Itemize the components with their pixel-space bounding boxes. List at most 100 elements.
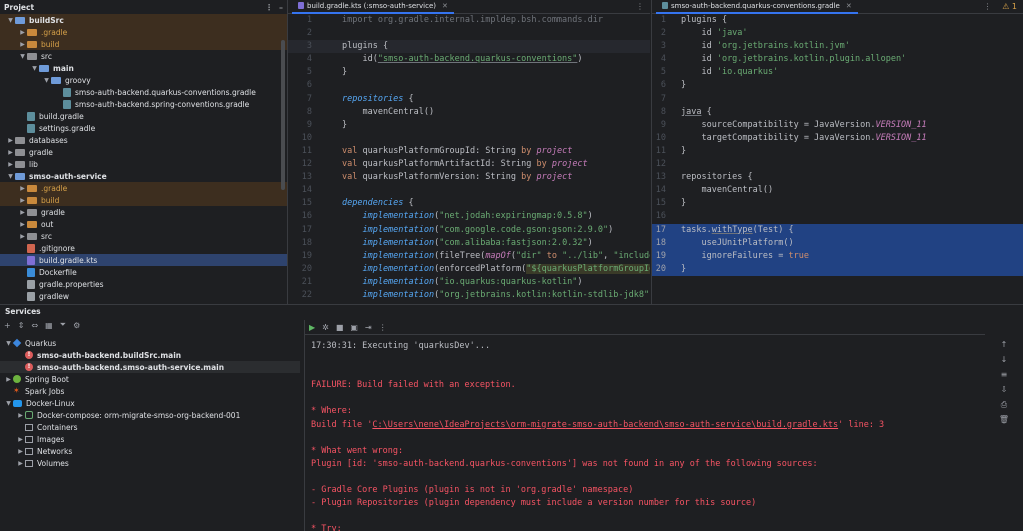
code-line[interactable]: 22 implementation("org.jetbrains.kotlin:… bbox=[288, 289, 650, 302]
code-line[interactable]: 11} bbox=[652, 145, 1023, 158]
tree-item[interactable]: gradle.properties bbox=[0, 278, 287, 290]
code-line[interactable]: 3 plugins { bbox=[288, 40, 650, 54]
code-line[interactable]: 17 implementation("com.google.code.gson:… bbox=[288, 224, 650, 237]
service-item[interactable]: ▶ Spring Boot bbox=[0, 373, 300, 385]
chevron-down-icon[interactable]: ▼ bbox=[6, 173, 15, 180]
tree-item[interactable]: ▶ gradle bbox=[0, 206, 287, 218]
code-line[interactable]: 12 bbox=[652, 158, 1023, 171]
tree-item[interactable]: .gitignore bbox=[0, 242, 287, 254]
code-line[interactable]: 18 implementation("com.alibaba:fastjson:… bbox=[288, 237, 650, 250]
code-area[interactable]: 1 import org.gradle.internal.impldep.bsh.… bbox=[288, 14, 650, 302]
scroll-down-icon[interactable]: ↓ bbox=[1001, 352, 1008, 367]
tree-item[interactable]: ▶ build bbox=[0, 194, 287, 206]
more-tabs-icon[interactable]: ⋮ bbox=[984, 2, 992, 11]
code-line[interactable]: 2 id 'java' bbox=[652, 27, 1023, 40]
code-line[interactable]: 1 import org.gradle.internal.impldep.bsh.… bbox=[288, 14, 650, 27]
code-line[interactable]: 4 id 'org.jetbrains.kotlin.plugin.allope… bbox=[652, 53, 1023, 66]
code-line[interactable]: 19 implementation(fileTree(mapOf("dir" t… bbox=[288, 250, 650, 263]
code-line[interactable]: 15 dependencies { bbox=[288, 197, 650, 210]
tree-item[interactable]: ▼ src bbox=[0, 50, 287, 62]
close-icon[interactable]: ✕ bbox=[846, 2, 852, 10]
exit-icon[interactable]: ⇥ bbox=[365, 323, 372, 332]
code-line[interactable]: 8 java { bbox=[652, 106, 1023, 119]
code-line[interactable]: 13 repositories { bbox=[652, 171, 1023, 184]
service-item[interactable]: ▼ Quarkus bbox=[0, 337, 300, 349]
tree-item[interactable]: ▼ buildSrc bbox=[0, 14, 287, 26]
chevron-right-icon[interactable]: ▶ bbox=[18, 197, 27, 204]
scroll-to-end-icon[interactable]: ⇩ bbox=[1001, 382, 1008, 397]
code-line[interactable]: 14 bbox=[288, 184, 650, 197]
code-line[interactable]: 20} bbox=[652, 262, 1023, 276]
scroll-up-icon[interactable]: ↑ bbox=[1001, 337, 1008, 352]
code-line[interactable]: 4 id("smso-auth-backend.quarkus-conventi… bbox=[288, 53, 650, 66]
tree-item[interactable]: ▶ src bbox=[0, 230, 287, 242]
code-line[interactable]: 17 tasks.withType(Test) { bbox=[652, 223, 1023, 237]
chevron-right-icon[interactable]: ▶ bbox=[18, 209, 27, 216]
code-line[interactable]: 6 bbox=[288, 79, 650, 92]
chevron-right-icon[interactable]: ▶ bbox=[18, 221, 27, 228]
code-line[interactable]: 9 sourceCompatibility = JavaVersion.VERS… bbox=[652, 119, 1023, 132]
service-item[interactable]: ! smso-auth-backend.smso-auth-service.mai… bbox=[0, 361, 300, 373]
tree-item[interactable]: build.gradle bbox=[0, 110, 287, 122]
service-item[interactable]: ▶ Networks bbox=[0, 445, 300, 457]
service-item[interactable]: ▶ Images bbox=[0, 433, 300, 445]
chevron-right-icon[interactable]: ▶ bbox=[6, 161, 15, 168]
service-item[interactable]: ! smso-auth-backend.buildSrc.main bbox=[0, 349, 300, 361]
service-item[interactable]: ▶ Docker-compose: orm-migrate-smso-org-ba… bbox=[0, 409, 300, 421]
tree-item[interactable]: ▶ out bbox=[0, 218, 287, 230]
tab-quarkus-conventions[interactable]: smso-auth-backend.quarkus-conventions.gr… bbox=[656, 0, 858, 14]
tree-item[interactable]: ▶ .gradle bbox=[0, 26, 287, 38]
more-icon[interactable]: ⋮ bbox=[379, 323, 387, 332]
tree-item[interactable]: ▼ main bbox=[0, 62, 287, 74]
code-line[interactable]: 21 implementation("io.quarkus:quarkus-ko… bbox=[288, 276, 650, 289]
chevron-down-icon[interactable]: ▼ bbox=[42, 77, 51, 84]
code-line[interactable]: 10 bbox=[288, 132, 650, 145]
chevron-right-icon[interactable]: ▶ bbox=[6, 137, 15, 144]
code-line[interactable]: 16 implementation("net.jodah:expiringmap… bbox=[288, 210, 650, 223]
more-options-icon[interactable]: ⋮ bbox=[265, 3, 273, 12]
code-line[interactable]: 11 val quarkusPlatformGroupId: String by … bbox=[288, 145, 650, 158]
console-output[interactable]: 17:30:31: Executing 'quarkusDev'... FAIL… bbox=[305, 335, 985, 531]
run-icon[interactable]: ▶ bbox=[309, 323, 315, 332]
service-item[interactable]: ✶ Spark Jobs bbox=[0, 385, 300, 397]
chevron-right-icon[interactable]: ▶ bbox=[18, 185, 27, 192]
code-line[interactable]: 10 targetCompatibility = JavaVersion.VER… bbox=[652, 132, 1023, 145]
code-line[interactable]: 16 bbox=[652, 210, 1023, 223]
code-line[interactable]: 14 mavenCentral() bbox=[652, 184, 1023, 197]
chevron-right-icon[interactable]: ▶ bbox=[16, 436, 25, 443]
code-line[interactable]: 3 id 'org.jetbrains.kotlin.jvm' bbox=[652, 40, 1023, 53]
code-line[interactable]: 13 val quarkusPlatformVersion: String by … bbox=[288, 171, 650, 184]
project-scrollbar[interactable] bbox=[281, 40, 285, 190]
project-panel-title[interactable]: Project bbox=[4, 3, 34, 12]
code-line[interactable]: 7 bbox=[652, 93, 1023, 106]
tree-item[interactable]: ▶ lib bbox=[0, 158, 287, 170]
minimize-icon[interactable]: – bbox=[279, 3, 283, 12]
chevron-down-icon[interactable]: ▼ bbox=[18, 53, 27, 60]
stop-icon[interactable]: ■ bbox=[336, 323, 344, 332]
expand-all-icon[interactable]: ⇕ bbox=[18, 321, 25, 330]
tree-item[interactable]: build.gradle.kts bbox=[0, 254, 287, 266]
tree-item[interactable]: smso-auth-backend.spring-conventions.gra… bbox=[0, 98, 287, 110]
group-icon[interactable]: ▦ bbox=[45, 321, 53, 330]
chevron-right-icon[interactable]: ▶ bbox=[18, 233, 27, 240]
tree-item[interactable]: ▶ gradle bbox=[0, 146, 287, 158]
tab-build-gradle-kts[interactable]: build.gradle.kts (:smso-auth-service) ✕ bbox=[292, 0, 454, 14]
code-line[interactable]: 20 implementation(enforcedPlatform("${qu… bbox=[288, 263, 650, 276]
code-line[interactable]: 6} bbox=[652, 79, 1023, 92]
code-line[interactable]: 5 id 'io.quarkus' bbox=[652, 66, 1023, 79]
chevron-right-icon[interactable]: ▶ bbox=[16, 448, 25, 455]
filter-icon[interactable]: ⏷ bbox=[60, 320, 66, 330]
tree-item[interactable]: smso-auth-backend.quarkus-conventions.gr… bbox=[0, 86, 287, 98]
chevron-down-icon[interactable]: ▼ bbox=[6, 17, 15, 24]
soft-wrap-icon[interactable]: ≡ bbox=[1001, 367, 1008, 382]
collapse-all-icon[interactable]: ⇔ bbox=[31, 321, 38, 330]
code-line[interactable]: 5} bbox=[288, 66, 650, 79]
chevron-down-icon[interactable]: ▼ bbox=[4, 400, 13, 407]
print-icon[interactable]: ⎙ bbox=[1001, 397, 1007, 412]
code-line[interactable]: 15} bbox=[652, 197, 1023, 210]
code-area[interactable]: 1 plugins {2 id 'java' 3 id 'org.jetbrains… bbox=[652, 14, 1023, 276]
tree-item[interactable]: Dockerfile bbox=[0, 266, 287, 278]
tree-item[interactable]: ▶ build bbox=[0, 38, 287, 50]
add-icon[interactable]: + bbox=[4, 321, 11, 330]
code-line[interactable]: 19 ignoreFailures = true bbox=[652, 249, 1023, 263]
